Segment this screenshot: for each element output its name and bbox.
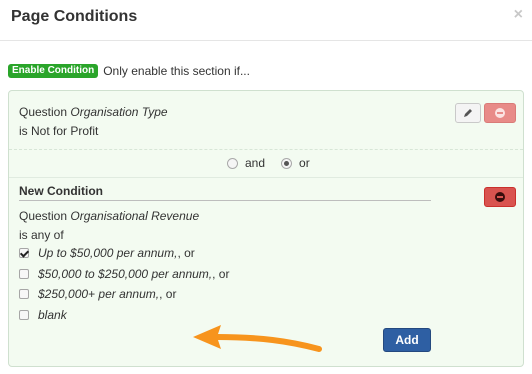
question-prefix: Question <box>19 209 68 223</box>
existing-condition: Question Organisation Type is Not for Pr… <box>9 91 523 149</box>
enable-condition-row: Enable Condition Only enable this sectio… <box>8 63 250 79</box>
option-row[interactable]: blank <box>19 308 67 322</box>
existing-condition-rule: is Not for Profit <box>19 124 99 138</box>
new-condition-underline <box>19 200 431 201</box>
combinator-selector: and or <box>227 155 326 171</box>
new-condition-question: Question Organisational Revenue <box>19 209 199 223</box>
option-row[interactable]: $250,000+ per annum,, or <box>19 287 176 301</box>
option-label: $50,000 to $250,000 per annum,, or <box>38 267 230 281</box>
add-button[interactable]: Add <box>383 328 431 352</box>
conditions-panel: Question Organisation Type is Not for Pr… <box>8 90 524 367</box>
enable-condition-badge[interactable]: Enable Condition <box>8 64 99 78</box>
option-checkbox[interactable] <box>19 289 29 299</box>
existing-condition-question: Question Organisation Type <box>19 105 168 119</box>
enable-condition-description: Only enable this section if... <box>103 64 250 78</box>
minus-circle-icon <box>495 108 505 118</box>
option-label: Up to $50,000 per annum,, or <box>38 246 195 260</box>
pencil-icon <box>464 109 472 117</box>
remove-new-condition-button[interactable] <box>484 187 516 207</box>
minus-circle-icon <box>495 192 505 202</box>
option-checkbox[interactable] <box>19 248 29 258</box>
option-row[interactable]: $50,000 to $250,000 per annum,, or <box>19 267 229 281</box>
annotation-arrow-icon <box>193 325 322 352</box>
close-icon[interactable]: × <box>514 7 523 23</box>
option-label: blank <box>38 308 67 322</box>
and-radio[interactable] <box>227 157 238 169</box>
or-radio[interactable] <box>281 157 293 169</box>
edit-condition-button[interactable] <box>455 103 481 123</box>
new-condition-heading: New Condition <box>19 184 103 198</box>
dialog-title: Page Conditions <box>11 8 138 25</box>
new-condition-operator: is any of <box>19 228 64 242</box>
option-row[interactable]: Up to $50,000 per annum,, or <box>19 246 195 260</box>
and-label: and <box>245 156 266 170</box>
option-label: $250,000+ per annum,, or <box>38 287 177 301</box>
question-prefix: Question <box>19 105 68 119</box>
option-checkbox[interactable] <box>19 310 29 320</box>
option-checkbox[interactable] <box>19 269 29 279</box>
question-name: Organisation Type <box>70 105 168 119</box>
divider <box>9 177 523 178</box>
dialog-header: Page Conditions × <box>0 0 532 41</box>
divider <box>9 149 523 150</box>
or-label: or <box>299 156 310 170</box>
question-name: Organisational Revenue <box>70 209 200 223</box>
remove-existing-condition-button[interactable] <box>484 103 516 123</box>
